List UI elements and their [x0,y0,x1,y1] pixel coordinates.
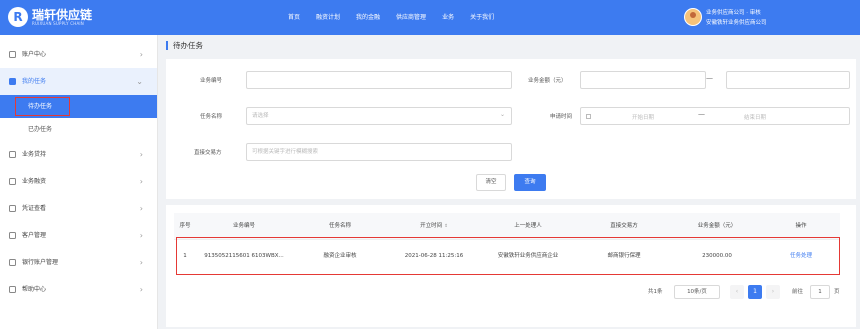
highlight-box [176,237,840,275]
sidebar-item-label: 凭证查看 [22,205,47,212]
pagination-total: 共1条 [648,289,663,295]
sidebar-item-my-tasks[interactable]: 我的任务 ⌄ [0,68,157,95]
end-date-text: 结束日期 [744,115,767,121]
counterparty-input[interactable] [246,143,512,161]
search-button[interactable]: 查询 [514,174,546,191]
col-amount: 业务金额（元） [697,223,737,229]
nav-about-us[interactable]: 关于我们 [462,0,502,35]
highlight-box [15,97,70,116]
chevron-right-icon: › [139,177,143,186]
prev-page-button[interactable]: ‹ [730,285,744,299]
sidebar-item-label: 我的任务 [22,78,47,85]
page-title: 待办任务 [166,41,203,50]
nav-financing-plan[interactable]: 融资计划 [308,0,348,35]
chevron-right-icon: › [139,150,143,159]
sidebar-item-business-loan[interactable]: 业务贷持 › [0,141,157,168]
amount-label: 业务金额（元） [528,78,567,84]
page-size-select[interactable]: 10条/页 [674,285,720,299]
sort-icon[interactable]: ⇕ [444,224,448,229]
col-counterparty: 直接交易方 [610,223,638,229]
table-header: 序号 业务编号 任务名称 开立时间 ⇕ 上一处理人 直接交易方 业务金额（元） 操… [174,213,840,240]
sidebar-item-label: 账户中心 [22,51,47,58]
date-range-dash: — [698,110,705,118]
main-nav: 首页 融资计划 我的金融 供应商管理 业务 关于我们 [280,0,502,35]
range-dash: — [706,74,713,82]
goto-label: 前往 [792,289,804,295]
sidebar-subitem-label: 已办任务 [28,126,53,133]
date-range-picker[interactable] [580,107,850,125]
user-icon [9,51,16,58]
chevron-down-icon: ⌄ [500,111,506,118]
sidebar-subitem-pending-tasks[interactable]: 待办任务 [0,95,157,118]
sidebar-item-label: 业务融资 [22,178,47,185]
sidebar-item-voucher-view[interactable]: 凭证查看 › [0,195,157,222]
user-company: 安徽铁轩业务供应商公司 [706,20,767,26]
amount-min-input[interactable] [580,71,706,89]
business-no-input[interactable] [246,71,512,89]
user-menu[interactable]: 业务供应商公司 · 审核 安徽铁轩业务供应商公司 [684,6,854,30]
sidebar-item-label: 帮助中心 [22,286,47,293]
help-icon [9,286,16,293]
chevron-right-icon: › [139,285,143,294]
task-table: 序号 业务编号 任务名称 开立时间 ⇕ 上一处理人 直接交易方 业务金额（元） 操… [166,205,856,327]
goto-page-input[interactable]: 1 [810,285,830,299]
calendar-icon [586,114,591,119]
bank-icon [9,259,16,266]
business-no-label: 业务编号 [200,78,223,84]
page-unit-label: 页 [834,289,840,295]
nav-supplier-management[interactable]: 供应商管理 [388,0,434,35]
start-date-text: 开始日期 [632,115,655,121]
col-prev-handler: 上一处理人 [514,223,542,229]
nav-my-finance[interactable]: 我的金融 [348,0,388,35]
sidebar-item-account-center[interactable]: 账户中心 › [0,41,157,68]
sidebar-item-business-financing[interactable]: 业务融资 › [0,168,157,195]
chevron-right-icon: › [139,258,143,267]
sidebar-item-customer-management[interactable]: 客户管理 › [0,222,157,249]
counterparty-label: 直接交易方 [194,150,222,156]
sidebar-item-label: 银行账户管理 [22,259,59,266]
chevron-down-icon: ⌄ [136,77,143,86]
finance-icon [9,178,16,185]
sidebar: 账户中心 › 我的任务 ⌄ 待办任务 已办任务 业务贷持 › 业务融资 › 凭证… [0,35,158,329]
task-name-select[interactable] [246,107,512,125]
brand-logo[interactable]: R 瑞轩供应链 RUIXUAN SUPPLY CHAIN [6,6,96,30]
sidebar-item-label: 客户管理 [22,232,47,239]
search-form: 业务编号 业务金额（元） — 任务名称 ⌄ 申请时间 开始日期 — 结束日期 直… [166,59,856,199]
loan-icon [9,151,16,158]
voucher-icon [9,205,16,212]
customer-icon [9,232,16,239]
task-icon [9,78,16,85]
col-task-name: 任务名称 [328,223,351,229]
col-open-time-label: 开立时间 [420,223,443,229]
next-page-button[interactable]: › [766,285,780,299]
col-open-time[interactable]: 开立时间 ⇕ [388,213,480,240]
user-role: 业务供应商公司 · 审核 [706,10,761,16]
top-navigation-bar: R 瑞轩供应链 RUIXUAN SUPPLY CHAIN 首页 融资计划 我的金… [0,0,860,35]
page-1-button[interactable]: 1 [748,285,762,299]
sidebar-item-label: 业务贷持 [22,151,47,158]
nav-business[interactable]: 业务 [434,0,462,35]
amount-max-input[interactable] [726,71,850,89]
sidebar-item-help-center[interactable]: 帮助中心 › [0,276,157,303]
chevron-right-icon: › [139,50,143,59]
col-index: 序号 [179,223,191,229]
task-name-label: 任务名称 [200,114,223,120]
chevron-right-icon: › [139,231,143,240]
sidebar-item-bank-account[interactable]: 银行账户管理 › [0,249,157,276]
nav-home[interactable]: 首页 [280,0,308,35]
user-avatar-icon [684,8,702,26]
chevron-right-icon: › [139,204,143,213]
reset-button[interactable]: 清空 [476,174,506,191]
apply-time-label: 申请时间 [550,114,573,120]
col-action: 操作 [795,223,807,229]
brand-subtitle: RUIXUAN SUPPLY CHAIN [32,21,84,26]
logo-icon: R [8,7,28,27]
col-business-no: 业务编号 [232,223,255,229]
sidebar-subitem-done-tasks[interactable]: 已办任务 [0,118,157,141]
